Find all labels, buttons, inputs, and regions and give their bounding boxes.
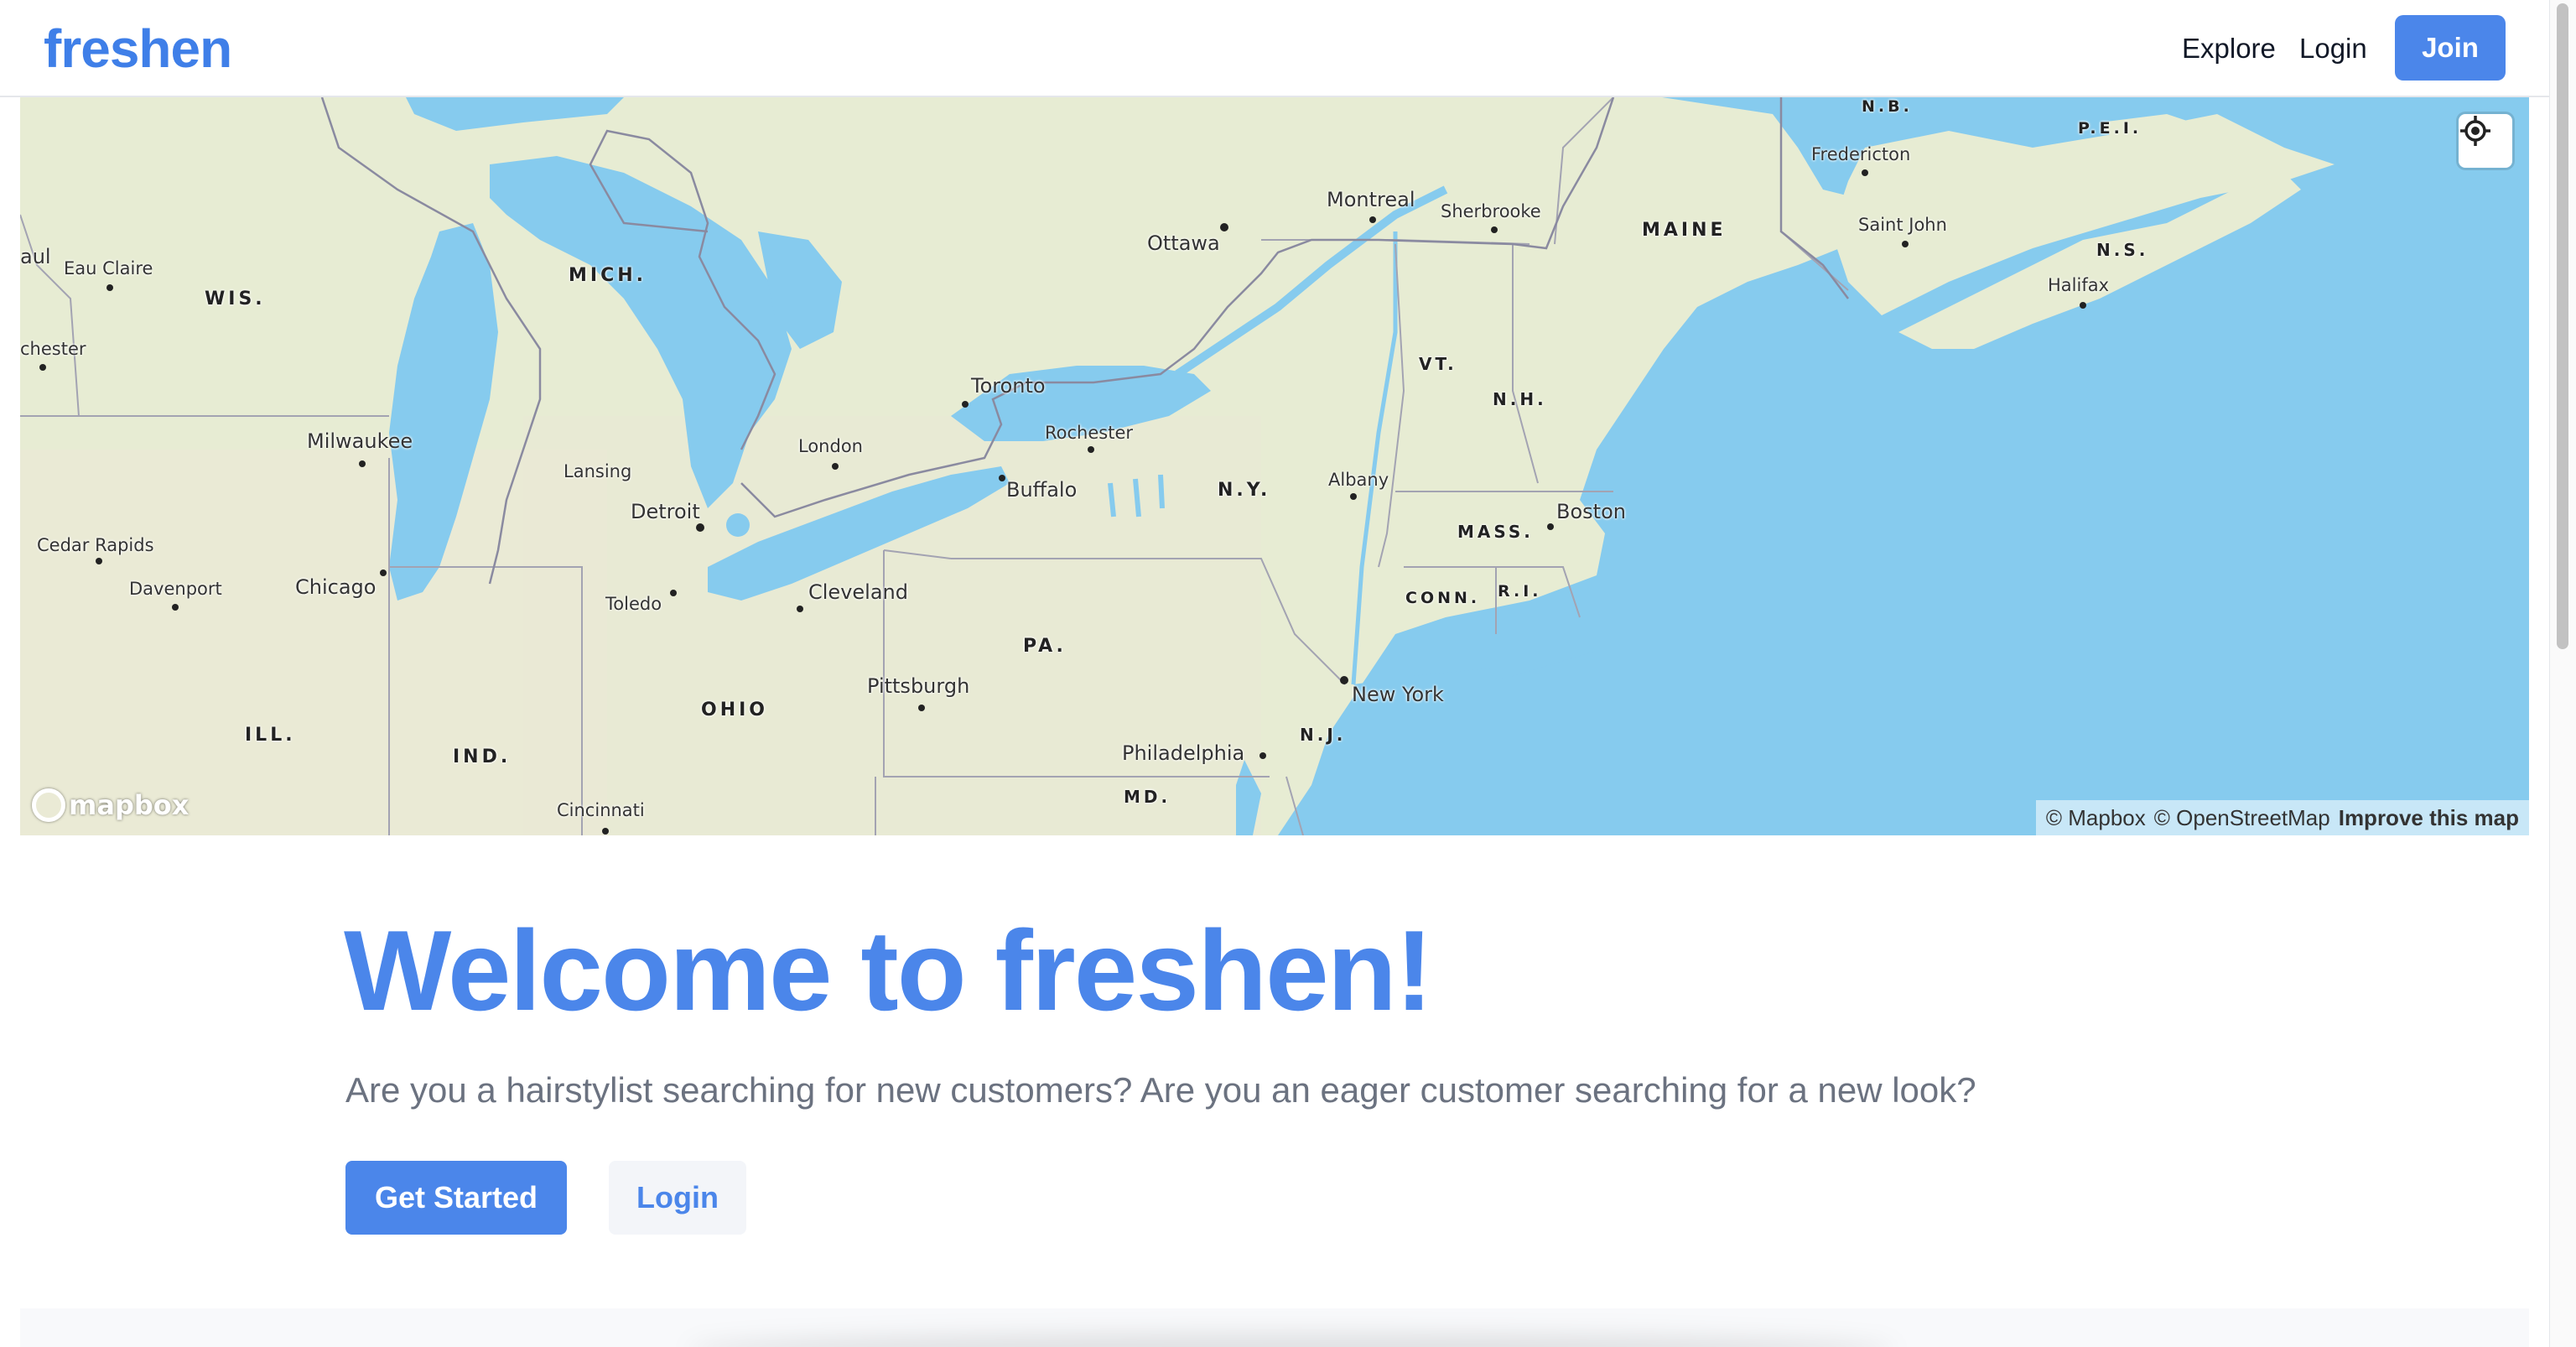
map-label-city: Toledo [605, 594, 662, 614]
page-scrollbar[interactable] [2549, 0, 2576, 1347]
map-label-city: Rochester [1045, 423, 1133, 443]
map-label-city: Albany [1328, 470, 1389, 490]
map-label-city: Cleveland [808, 580, 908, 604]
map-label-state: R.I. [1498, 582, 1542, 601]
nav-explore-link[interactable]: Explore [2182, 29, 2276, 69]
map-label-city: Detroit [631, 500, 700, 523]
brand-logo[interactable]: freshen [44, 15, 232, 82]
map-attribution: © Mapbox © OpenStreetMap Improve this ma… [2035, 800, 2529, 835]
map-label-state: N.J. [1300, 725, 1347, 745]
mapbox-logo[interactable]: mapbox [32, 787, 189, 824]
scrollbar-thumb[interactable] [2557, 3, 2568, 649]
map-label-city: Sherbrooke [1441, 201, 1541, 221]
geolocate-button[interactable] [2459, 114, 2512, 168]
map-label-city: Fredericton [1811, 144, 1911, 164]
crosshair-icon [2460, 116, 2490, 146]
map-label-state: ILL. [245, 725, 296, 746]
map-label-state: MICH. [569, 265, 647, 286]
map-label-state: IND. [453, 746, 512, 767]
map-label-city: Pittsburgh [867, 674, 970, 698]
map-label-city: Saint John [1858, 215, 1947, 235]
map-label-state: N.Y. [1218, 480, 1271, 501]
map-label-city: Boston [1556, 500, 1626, 523]
map-label-city: Cincinnati [557, 800, 645, 820]
mapbox-icon [32, 788, 65, 822]
map-label-city: Philadelphia [1122, 741, 1245, 765]
attribution-osm-link[interactable]: © OpenStreetMap [2154, 805, 2330, 831]
map-label-state: P.E.I. [2078, 119, 2142, 138]
hero-title: Welcome to freshen! [344, 907, 1433, 1034]
map-label-state: OHIO [701, 700, 769, 720]
mapbox-wordmark: mapbox [69, 789, 190, 821]
map-label-city: Montreal [1327, 188, 1415, 211]
map-label-city: Milwaukee [307, 429, 413, 453]
attribution-mapbox-link[interactable]: © Mapbox [2046, 805, 2146, 831]
map-canvas [20, 97, 2529, 835]
nav-login-link[interactable]: Login [2299, 29, 2367, 69]
map-label-state: MAINE [1642, 220, 1727, 241]
map-label-city: Ottawa [1147, 231, 1220, 255]
map-label-city: Chicago [295, 575, 377, 599]
map-label-city: Lansing [564, 461, 632, 481]
join-button[interactable]: Join [2395, 15, 2506, 81]
map-label-city: Halifax [2048, 275, 2110, 295]
hero-subtitle: Are you a hairstylist searching for new … [345, 1070, 1976, 1110]
map-label-city: Davenport [129, 579, 222, 599]
map-label-state: MD. [1124, 787, 1171, 807]
map-label-state: WIS. [205, 289, 266, 309]
map-label-city: Cedar Rapids [37, 535, 154, 555]
get-started-button[interactable]: Get Started [345, 1161, 567, 1235]
map-label-state: VT. [1419, 354, 1457, 374]
map-view[interactable]: aul Eau Claire WIS. chester MICH. Milwau… [20, 97, 2529, 835]
map-label-city: London [798, 436, 863, 456]
map-label-city: Buffalo [1006, 478, 1078, 502]
map-label-state: PA. [1023, 636, 1067, 657]
improve-map-link[interactable]: Improve this map [2339, 805, 2519, 831]
map-label-state: N.S. [2096, 240, 2149, 260]
map-label-city: Toronto [971, 374, 1046, 398]
map-label-city: Eau Claire [64, 258, 153, 278]
map-label-state: CONN. [1405, 589, 1481, 607]
hero-login-button[interactable]: Login [609, 1161, 746, 1235]
map-label-city: chester [20, 339, 86, 359]
map-label-city: New York [1352, 683, 1444, 706]
top-navbar: freshen Explore Login Join [0, 0, 2549, 97]
map-label-state: N.H. [1493, 389, 1547, 409]
map-label-state: MASS. [1457, 522, 1534, 542]
map-label-state: N.B. [1862, 97, 1913, 116]
map-label-city: aul [20, 245, 51, 268]
